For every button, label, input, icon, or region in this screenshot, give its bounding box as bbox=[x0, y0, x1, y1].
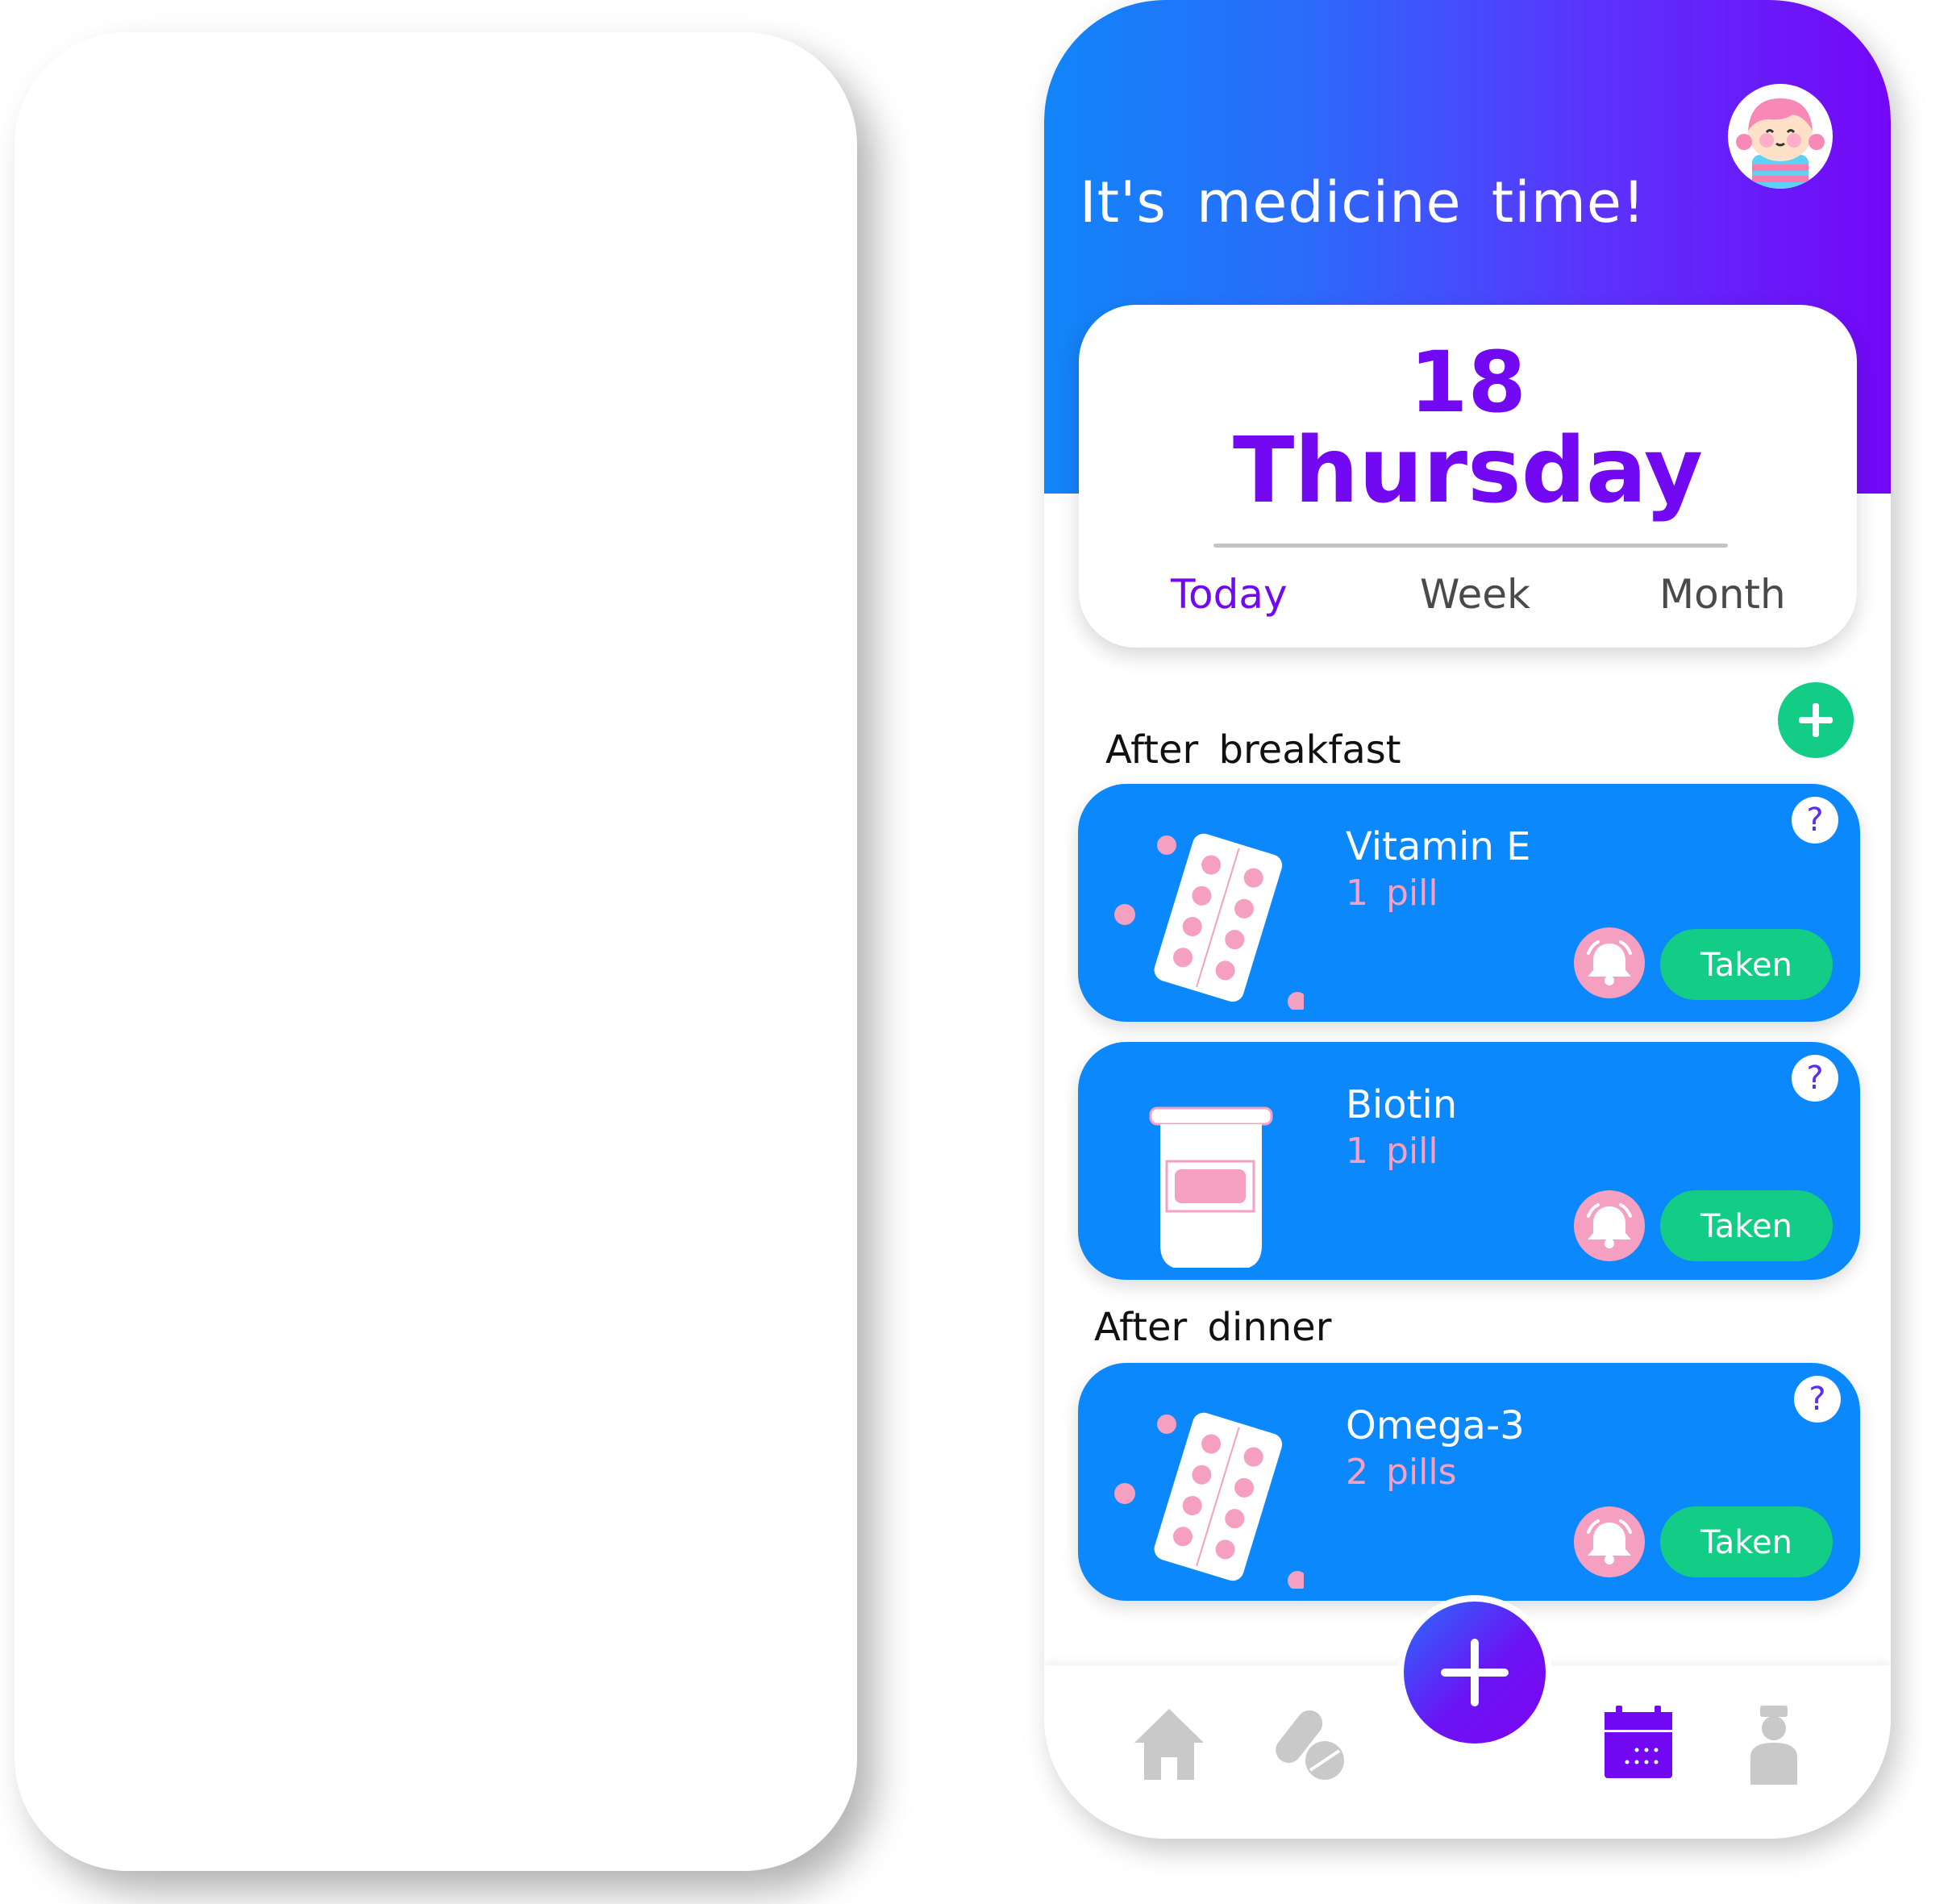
medicine-name: Omega-3 bbox=[1346, 1403, 1525, 1448]
medicine-card-vitamin-e[interactable]: Vitamin E 1 pill ? Taken bbox=[1078, 784, 1860, 1022]
blister-pack-icon bbox=[1114, 1412, 1304, 1589]
reminder-button[interactable] bbox=[1574, 1506, 1645, 1577]
section-label-after-dinner: After dinner bbox=[1094, 1305, 1332, 1350]
tab-today[interactable]: Today bbox=[1171, 571, 1288, 618]
add-icon bbox=[1441, 1639, 1509, 1706]
medicine-dose: 2 pills bbox=[1346, 1452, 1457, 1493]
medicine-card-omega-3[interactable]: Omega-3 2 pills ? Taken bbox=[1078, 1363, 1860, 1601]
calendar-icon bbox=[1605, 1706, 1672, 1778]
pills-icon bbox=[1276, 1710, 1344, 1780]
nav-doctor[interactable] bbox=[1746, 1706, 1802, 1788]
blank-phone-frame bbox=[15, 32, 857, 1871]
pill-bottle-icon bbox=[1149, 1106, 1273, 1268]
day-number: 18 bbox=[1409, 333, 1526, 431]
user-avatar[interactable] bbox=[1728, 84, 1833, 189]
medicine-name: Biotin bbox=[1346, 1082, 1458, 1127]
nav-calendar[interactable] bbox=[1605, 1706, 1672, 1781]
medicine-card-biotin[interactable]: Biotin 1 pill ? Taken bbox=[1078, 1042, 1860, 1280]
taken-button[interactable]: Taken bbox=[1660, 1190, 1833, 1261]
add-medicine-button[interactable] bbox=[1778, 682, 1854, 758]
bell-icon bbox=[1587, 1203, 1632, 1248]
add-fab-button[interactable] bbox=[1397, 1595, 1552, 1750]
home-icon bbox=[1134, 1709, 1204, 1780]
bell-icon bbox=[1587, 1519, 1632, 1564]
divider bbox=[1213, 544, 1728, 548]
reminder-button[interactable] bbox=[1574, 1190, 1645, 1261]
nav-home[interactable] bbox=[1133, 1706, 1205, 1786]
tab-week[interactable]: Week bbox=[1420, 571, 1530, 618]
medicine-dose: 1 pill bbox=[1346, 1131, 1438, 1172]
taken-button[interactable]: Taken bbox=[1660, 1506, 1833, 1577]
reminder-button[interactable] bbox=[1574, 927, 1645, 998]
medicine-dose: 1 pill bbox=[1346, 873, 1438, 914]
blister-pack-icon bbox=[1114, 833, 1304, 1010]
page-title: It's medicine time! bbox=[1080, 169, 1646, 235]
help-button[interactable]: ? bbox=[1792, 797, 1838, 844]
nav-pills[interactable] bbox=[1270, 1706, 1351, 1786]
weekday: Thursday bbox=[1232, 419, 1704, 523]
bell-icon bbox=[1587, 940, 1632, 985]
medicine-name: Vitamin E bbox=[1346, 824, 1531, 869]
taken-button[interactable]: Taken bbox=[1660, 929, 1833, 1000]
help-button[interactable]: ? bbox=[1794, 1376, 1841, 1423]
tab-month[interactable]: Month bbox=[1659, 571, 1786, 618]
date-card: 18 Thursday Today Week Month bbox=[1079, 305, 1857, 648]
doctor-icon bbox=[1750, 1706, 1797, 1785]
girl-avatar-icon bbox=[1736, 98, 1825, 189]
help-button[interactable]: ? bbox=[1792, 1055, 1838, 1102]
medicine-app-screen: It's medicine time! 18 Thursday Today We… bbox=[1044, 0, 1891, 1839]
section-label-after-breakfast: After breakfast bbox=[1105, 727, 1401, 773]
